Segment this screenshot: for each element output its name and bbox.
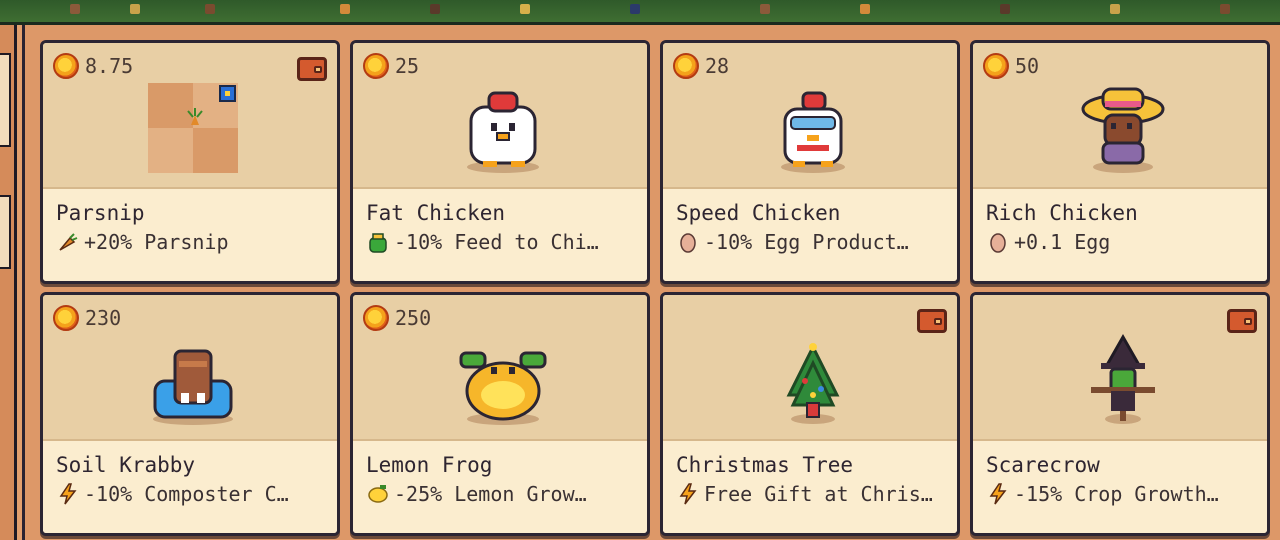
coin-icon xyxy=(53,305,79,331)
item-effect: -15% Crop Growth… xyxy=(986,482,1254,506)
coin-icon xyxy=(673,53,699,79)
item-preview xyxy=(973,295,1267,439)
wallet-icon xyxy=(297,57,327,81)
scenery-decoration xyxy=(430,4,440,14)
item-price-value: 8.75 xyxy=(85,54,134,78)
feed-bag-icon xyxy=(366,230,390,254)
wallet-icon xyxy=(1227,309,1257,333)
item-price-value: 50 xyxy=(1015,54,1040,78)
shop-grid: 8.75 Parsnip +20% Parsnip 25 Fat Chicken… xyxy=(22,25,1280,540)
item-info: Parsnip +20% Parsnip xyxy=(43,187,337,281)
item-effect: -10% Feed to Chi… xyxy=(366,230,634,254)
egg-icon xyxy=(676,230,700,254)
item-effect-text: -10% Egg Product… xyxy=(704,230,909,254)
lemon-icon xyxy=(366,482,390,506)
item-info: Rich Chicken +0.1 Egg xyxy=(973,187,1267,281)
item-effect: -25% Lemon Grow… xyxy=(366,482,634,506)
item-info: Soil Krabby -10% Composter C… xyxy=(43,439,337,533)
item-info: Scarecrow -15% Crop Growth… xyxy=(973,439,1267,533)
item-effect-text: +20% Parsnip xyxy=(84,230,229,254)
item-price-value: 250 xyxy=(395,306,432,330)
shop-item-card[interactable]: 25 Fat Chicken -10% Feed to Chi… xyxy=(350,40,650,284)
scenery-decoration xyxy=(1000,4,1010,14)
scarecrow-image xyxy=(973,295,1267,439)
coin-icon xyxy=(363,53,389,79)
lightning-icon xyxy=(676,482,700,506)
scenery-decoration xyxy=(340,4,350,14)
coin-icon xyxy=(983,53,1009,79)
item-effect-text: +0.1 Egg xyxy=(1014,230,1111,254)
scenery-decoration xyxy=(1110,4,1120,14)
item-info: Lemon Frog -25% Lemon Grow… xyxy=(353,439,647,533)
shop-item-card[interactable]: Scarecrow -15% Crop Growth… xyxy=(970,292,1270,536)
item-preview: 50 xyxy=(973,43,1267,187)
item-effect-text: -10% Feed to Chi… xyxy=(394,230,599,254)
item-name: Soil Krabby xyxy=(56,453,196,477)
side-panel-tab[interactable] xyxy=(0,53,11,147)
item-effect: Free Gift at Chris… xyxy=(676,482,944,506)
scenery-decoration xyxy=(1220,4,1230,14)
lightning-icon xyxy=(56,482,80,506)
item-preview: 28 xyxy=(663,43,957,187)
item-name: Fat Chicken xyxy=(366,201,506,225)
item-effect: +20% Parsnip xyxy=(56,230,324,254)
scenery-decoration xyxy=(630,4,640,14)
side-panel-tab[interactable] xyxy=(0,195,11,269)
christmas-tree-image xyxy=(663,295,957,439)
item-effect-text: Free Gift at Chris… xyxy=(704,482,933,506)
item-preview xyxy=(663,295,957,439)
item-price: 28 xyxy=(673,53,729,79)
item-effect: +0.1 Egg xyxy=(986,230,1254,254)
item-effect: -10% Egg Product… xyxy=(676,230,944,254)
item-name: Parsnip xyxy=(56,201,145,225)
scenery-decoration xyxy=(860,4,870,14)
item-effect: -10% Composter C… xyxy=(56,482,324,506)
scenery-decoration xyxy=(130,4,140,14)
shop-item-card[interactable]: 28 Speed Chicken -10% Egg Product… xyxy=(660,40,960,284)
item-name: Rich Chicken xyxy=(986,201,1138,225)
item-info: Speed Chicken -10% Egg Product… xyxy=(663,187,957,281)
item-price: 230 xyxy=(53,305,121,331)
item-preview: 250 xyxy=(353,295,647,439)
farm-scenery-strip xyxy=(0,0,1280,25)
item-price-value: 230 xyxy=(85,306,122,330)
item-name: Lemon Frog xyxy=(366,453,493,477)
item-price: 8.75 xyxy=(53,53,133,79)
coin-icon xyxy=(53,53,79,79)
parsnip-icon xyxy=(56,230,80,254)
shop-item-card[interactable]: 50 Rich Chicken +0.1 Egg xyxy=(970,40,1270,284)
item-price-value: 25 xyxy=(395,54,420,78)
shop-item-card[interactable]: 250 Lemon Frog -25% Lemon Grow… xyxy=(350,292,650,536)
egg-icon xyxy=(986,230,1010,254)
coin-icon xyxy=(363,305,389,331)
item-effect-text: -10% Composter C… xyxy=(84,482,289,506)
item-preview: 230 xyxy=(43,295,337,439)
scenery-decoration xyxy=(70,4,80,14)
item-preview: 8.75 xyxy=(43,43,337,187)
shop-item-card[interactable]: Christmas Tree Free Gift at Chris… xyxy=(660,292,960,536)
side-panel xyxy=(0,25,17,540)
item-name: Speed Chicken xyxy=(676,201,841,225)
shop-item-card[interactable]: 230 Soil Krabby -10% Composter C… xyxy=(40,292,340,536)
item-price: 25 xyxy=(363,53,419,79)
scenery-decoration xyxy=(760,4,770,14)
item-price: 50 xyxy=(983,53,1039,79)
item-name: Scarecrow xyxy=(986,453,1100,477)
item-preview: 25 xyxy=(353,43,647,187)
item-effect-text: -15% Crop Growth… xyxy=(1014,482,1219,506)
item-info: Christmas Tree Free Gift at Chris… xyxy=(663,439,957,533)
scenery-decoration xyxy=(205,4,215,14)
scenery-decoration xyxy=(520,4,530,14)
item-info: Fat Chicken -10% Feed to Chi… xyxy=(353,187,647,281)
item-effect-text: -25% Lemon Grow… xyxy=(394,482,587,506)
item-price-value: 28 xyxy=(705,54,730,78)
wallet-icon xyxy=(917,309,947,333)
item-price: 250 xyxy=(363,305,431,331)
shop-item-card[interactable]: 8.75 Parsnip +20% Parsnip xyxy=(40,40,340,284)
lightning-icon xyxy=(986,482,1010,506)
item-name: Christmas Tree xyxy=(676,453,854,477)
